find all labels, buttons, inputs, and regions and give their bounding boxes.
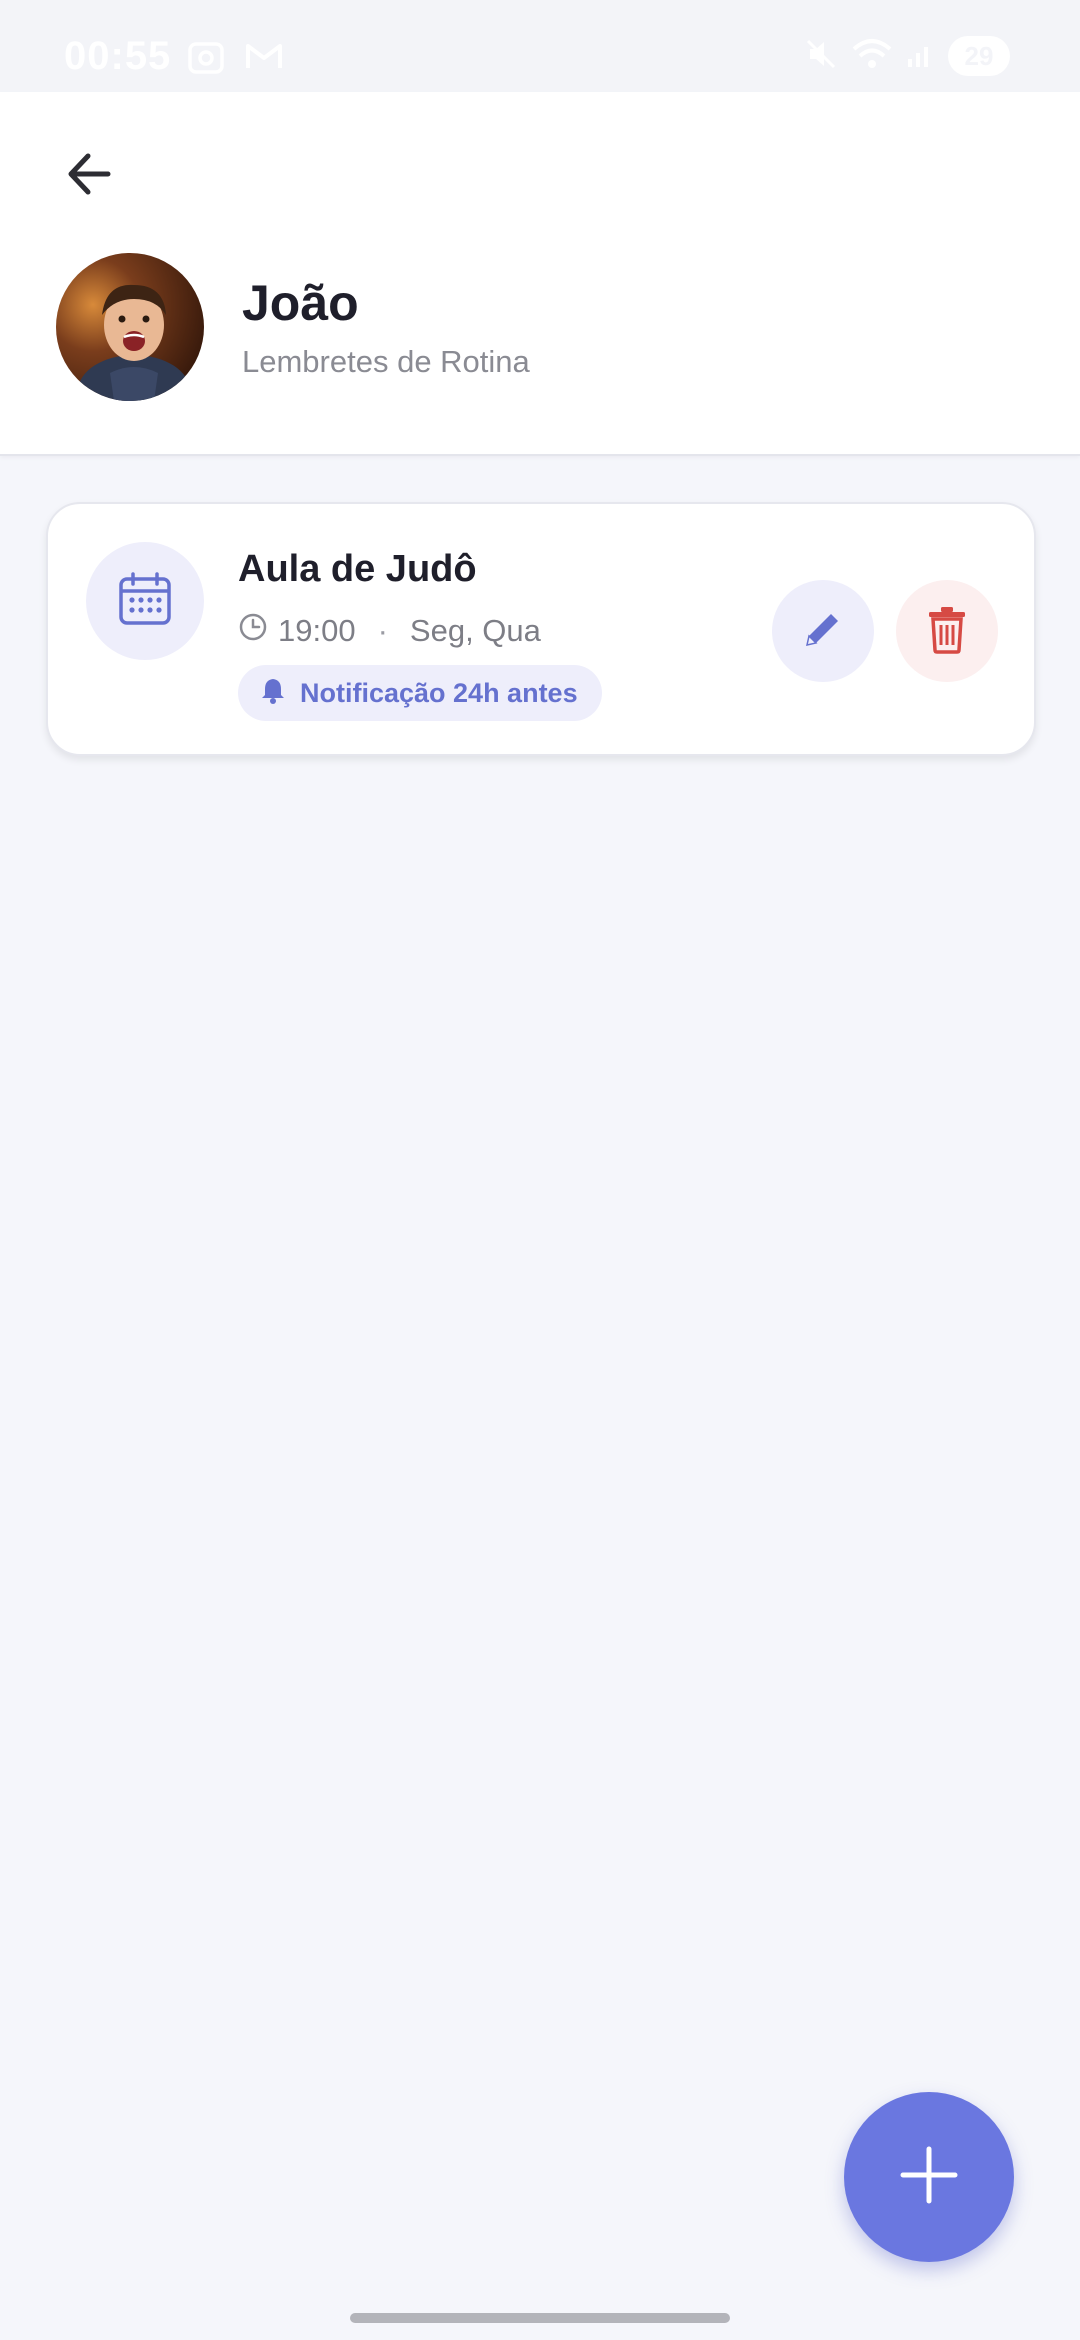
- profile-name: João: [242, 275, 359, 331]
- meta-separator: ·: [377, 613, 388, 648]
- bell-icon: [260, 676, 286, 711]
- reminder-time: 19:00: [278, 613, 356, 648]
- profile-subtitle: Lembretes de Rotina: [242, 344, 530, 379]
- status-icons-left: [186, 40, 284, 81]
- wifi-icon: [852, 37, 892, 76]
- calendar-icon: [116, 570, 174, 633]
- notification-label: Notificação 24h antes: [300, 677, 578, 708]
- add-reminder-button[interactable]: [844, 2092, 1014, 2262]
- gmail-icon: [244, 40, 284, 81]
- arrow-left-icon: [62, 146, 118, 207]
- status-icons-right: 29: [804, 36, 1010, 76]
- back-button[interactable]: [50, 136, 130, 216]
- screenshot-icon: [186, 40, 226, 81]
- clock-icon: [238, 612, 268, 650]
- delete-button[interactable]: [896, 580, 998, 682]
- trash-icon: [925, 604, 969, 659]
- reminder-card[interactable]: Aula de Judô 19:00 · Seg, Qua Notificaçã…: [46, 502, 1036, 756]
- plus-icon: [897, 2143, 961, 2212]
- notification-chip: Notificação 24h antes: [238, 665, 602, 721]
- header: João Lembretes de Rotina: [0, 92, 1080, 456]
- battery-icon: 29: [948, 36, 1010, 76]
- reminder-days: Seg, Qua: [409, 613, 541, 648]
- reminder-title: Aula de Judô: [238, 548, 477, 590]
- pencil-icon: [799, 605, 847, 658]
- edit-button[interactable]: [772, 580, 874, 682]
- avatar: [56, 253, 204, 401]
- reminder-icon-badge: [86, 542, 204, 660]
- status-time: 00:55: [64, 34, 172, 78]
- mute-icon: [804, 37, 838, 76]
- reminder-meta: 19:00 · Seg, Qua: [238, 612, 541, 650]
- status-bar: 00:55 29: [0, 0, 1080, 92]
- home-indicator[interactable]: [350, 2313, 730, 2323]
- signal-icon: [906, 39, 934, 74]
